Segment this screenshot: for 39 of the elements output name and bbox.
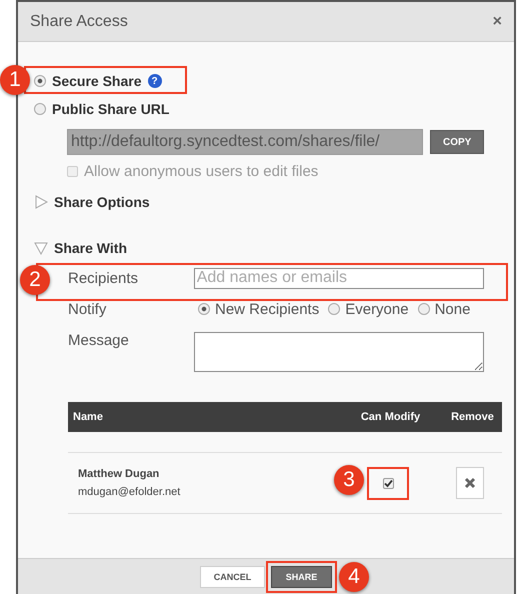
option-label: Secure Share xyxy=(52,73,142,89)
triangle-right-icon[interactable] xyxy=(34,195,48,209)
recipients-field[interactable]: Add names or emails xyxy=(194,268,484,288)
radio-button[interactable] xyxy=(198,303,210,315)
recipient-email: mdugan@efolder.net xyxy=(78,486,182,498)
option-label: None xyxy=(434,300,470,318)
remove-button[interactable] xyxy=(456,467,484,499)
callout-number: 2 xyxy=(20,265,50,295)
close-button[interactable]: × xyxy=(492,12,502,30)
callout-frame xyxy=(367,466,409,500)
radio-button[interactable] xyxy=(328,303,340,315)
recipient-name: Matthew Dugan xyxy=(78,468,160,480)
option-label: Everyone xyxy=(345,300,409,318)
radio-button[interactable] xyxy=(418,303,430,315)
help-icon[interactable]: ? xyxy=(148,74,162,88)
recipients-label: Recipients xyxy=(68,270,140,286)
callout-number: 3 xyxy=(334,464,364,494)
cancel-button[interactable]: CANCEL xyxy=(200,566,265,588)
notify-label: Notify xyxy=(68,300,108,318)
section-header[interactable]: Share Options xyxy=(54,194,150,210)
checkbox[interactable] xyxy=(382,478,394,488)
section-header[interactable]: Share With xyxy=(54,240,127,256)
callout-frame xyxy=(266,560,337,592)
share-button[interactable]: SHARE xyxy=(271,566,332,588)
callout-number: 4 xyxy=(339,562,369,592)
radio-button[interactable] xyxy=(34,103,46,115)
triangle-down-icon[interactable] xyxy=(34,241,48,255)
checkbox-label: Allow anonymous users to edit files xyxy=(84,163,318,180)
x-icon xyxy=(464,476,476,488)
message-label: Message xyxy=(68,332,130,349)
option-label: Public Share URL xyxy=(52,101,170,117)
column-header: Name xyxy=(72,411,104,423)
column-header: Remove xyxy=(450,411,495,423)
radio-button[interactable] xyxy=(34,75,46,87)
message-field[interactable] xyxy=(194,332,484,372)
dialog-title: Share Access xyxy=(30,12,128,30)
column-header: Can Modify xyxy=(360,411,422,423)
option-label: New Recipients xyxy=(215,300,320,318)
callout-number: 1 xyxy=(0,65,30,95)
